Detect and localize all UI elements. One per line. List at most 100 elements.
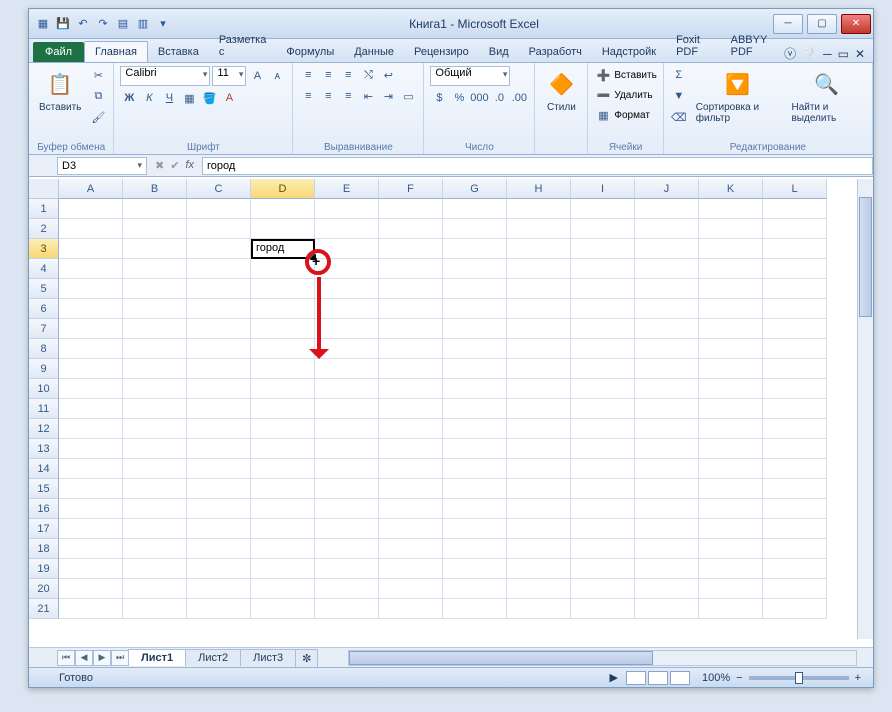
tab-data[interactable]: Данные: [344, 42, 404, 62]
cell[interactable]: [507, 359, 571, 379]
horizontal-scrollbar[interactable]: [348, 650, 857, 666]
cell[interactable]: [251, 579, 315, 599]
cell[interactable]: [187, 399, 251, 419]
cell[interactable]: [443, 279, 507, 299]
col-header[interactable]: G: [443, 179, 507, 199]
align-bottom-icon[interactable]: ≡: [339, 66, 357, 84]
cell[interactable]: [507, 519, 571, 539]
cell[interactable]: [443, 339, 507, 359]
font-size-combo[interactable]: 11: [212, 66, 246, 86]
cell[interactable]: [699, 439, 763, 459]
cell[interactable]: [443, 379, 507, 399]
cell[interactable]: [187, 259, 251, 279]
ribbon-minimize-icon[interactable]: ⓥ: [784, 45, 796, 62]
zoom-level[interactable]: 100%: [702, 672, 730, 684]
tab-formulas[interactable]: Формулы: [276, 42, 344, 62]
cell[interactable]: [635, 359, 699, 379]
cell[interactable]: [59, 439, 123, 459]
align-left-icon[interactable]: ≡: [299, 87, 317, 105]
row-header[interactable]: 5: [29, 279, 59, 299]
cell[interactable]: [59, 319, 123, 339]
tab-nav-last[interactable]: ⏭: [111, 650, 129, 666]
cell[interactable]: [251, 539, 315, 559]
cell[interactable]: [123, 319, 187, 339]
vertical-scrollbar[interactable]: [857, 179, 873, 639]
cut-icon[interactable]: ✂: [89, 66, 107, 84]
new-sheet-tab[interactable]: ✼: [295, 649, 318, 667]
cell[interactable]: [315, 299, 379, 319]
cell[interactable]: [315, 199, 379, 219]
row-header[interactable]: 19: [29, 559, 59, 579]
sheet-tab[interactable]: Лист1: [128, 649, 186, 666]
cell[interactable]: [763, 479, 827, 499]
cell[interactable]: [379, 359, 443, 379]
cell[interactable]: [187, 359, 251, 379]
cell[interactable]: [507, 479, 571, 499]
cell[interactable]: [507, 599, 571, 619]
align-middle-icon[interactable]: ≡: [319, 66, 337, 84]
cell[interactable]: [763, 519, 827, 539]
cell[interactable]: [763, 459, 827, 479]
cell[interactable]: [379, 559, 443, 579]
undo-icon[interactable]: ↶: [75, 16, 91, 32]
row-header[interactable]: 14: [29, 459, 59, 479]
cell[interactable]: [251, 219, 315, 239]
cell[interactable]: [635, 259, 699, 279]
col-header[interactable]: F: [379, 179, 443, 199]
cell[interactable]: [443, 539, 507, 559]
tab-home[interactable]: Главная: [84, 41, 148, 62]
row-header[interactable]: 21: [29, 599, 59, 619]
cell[interactable]: [699, 579, 763, 599]
cell[interactable]: [315, 559, 379, 579]
cell[interactable]: [251, 519, 315, 539]
doc-restore-icon[interactable]: ▭: [838, 47, 849, 61]
cell[interactable]: [763, 419, 827, 439]
cell[interactable]: [571, 479, 635, 499]
tab-foxit[interactable]: Foxit PDF: [666, 30, 721, 62]
cell[interactable]: [379, 239, 443, 259]
cell[interactable]: [571, 259, 635, 279]
doc-minimize-icon[interactable]: ─: [823, 47, 832, 61]
qat-dropdown-icon[interactable]: ▾: [155, 16, 171, 32]
cell[interactable]: [59, 499, 123, 519]
cell[interactable]: [123, 399, 187, 419]
fx-icon[interactable]: fx: [185, 159, 194, 172]
cell[interactable]: [507, 419, 571, 439]
autosum-icon[interactable]: Σ: [670, 66, 688, 84]
cell[interactable]: [379, 499, 443, 519]
cell[interactable]: [379, 479, 443, 499]
cell[interactable]: [443, 259, 507, 279]
cell[interactable]: [763, 359, 827, 379]
cell[interactable]: [315, 419, 379, 439]
cell[interactable]: [187, 479, 251, 499]
cell[interactable]: [507, 579, 571, 599]
cell[interactable]: [443, 579, 507, 599]
cell[interactable]: [763, 559, 827, 579]
cell[interactable]: [635, 399, 699, 419]
cell[interactable]: [571, 519, 635, 539]
border-icon[interactable]: ▦: [180, 89, 198, 107]
col-header[interactable]: I: [571, 179, 635, 199]
cell[interactable]: [315, 439, 379, 459]
cell[interactable]: [187, 379, 251, 399]
cell[interactable]: [507, 379, 571, 399]
cell[interactable]: [699, 359, 763, 379]
cell[interactable]: [379, 199, 443, 219]
cell[interactable]: [635, 519, 699, 539]
cell[interactable]: [507, 559, 571, 579]
cell[interactable]: [571, 459, 635, 479]
insert-icon[interactable]: ➕: [594, 66, 612, 84]
cell[interactable]: [571, 539, 635, 559]
zoom-out-icon[interactable]: −: [736, 672, 742, 684]
cell[interactable]: [123, 499, 187, 519]
percent-icon[interactable]: %: [450, 89, 468, 107]
cell[interactable]: [699, 499, 763, 519]
row-header[interactable]: 20: [29, 579, 59, 599]
cell[interactable]: [699, 419, 763, 439]
cell[interactable]: [699, 399, 763, 419]
view-layout-icon[interactable]: [648, 671, 668, 685]
cell[interactable]: [699, 299, 763, 319]
col-header[interactable]: L: [763, 179, 827, 199]
cell[interactable]: [763, 579, 827, 599]
cell[interactable]: [635, 499, 699, 519]
